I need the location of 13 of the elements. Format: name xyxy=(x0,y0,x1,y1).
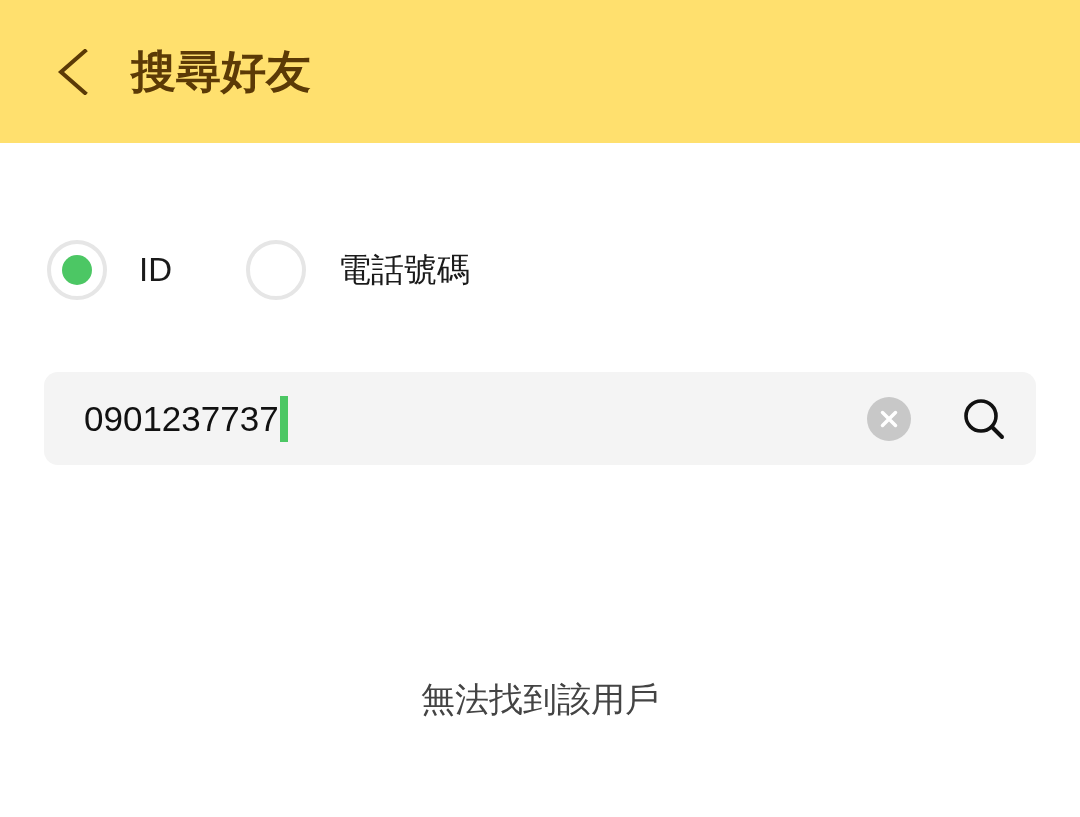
search-button[interactable] xyxy=(963,397,1005,440)
search-icon xyxy=(963,397,1005,440)
search-input[interactable]: 0901237737 xyxy=(84,388,867,449)
radio-label[interactable]: ID xyxy=(139,250,172,290)
not-found-message: 無法找到該用戶 xyxy=(421,679,659,719)
page-title: 搜尋好友 xyxy=(131,45,311,98)
radio-button[interactable] xyxy=(246,240,306,300)
radio-button[interactable] xyxy=(47,240,107,300)
clear-button[interactable] xyxy=(867,396,911,441)
radio-label[interactable]: 電話號碼 xyxy=(338,250,470,290)
clear-icon xyxy=(867,396,911,441)
input-text: 0901237737 xyxy=(84,397,279,440)
back-icon xyxy=(56,48,88,95)
